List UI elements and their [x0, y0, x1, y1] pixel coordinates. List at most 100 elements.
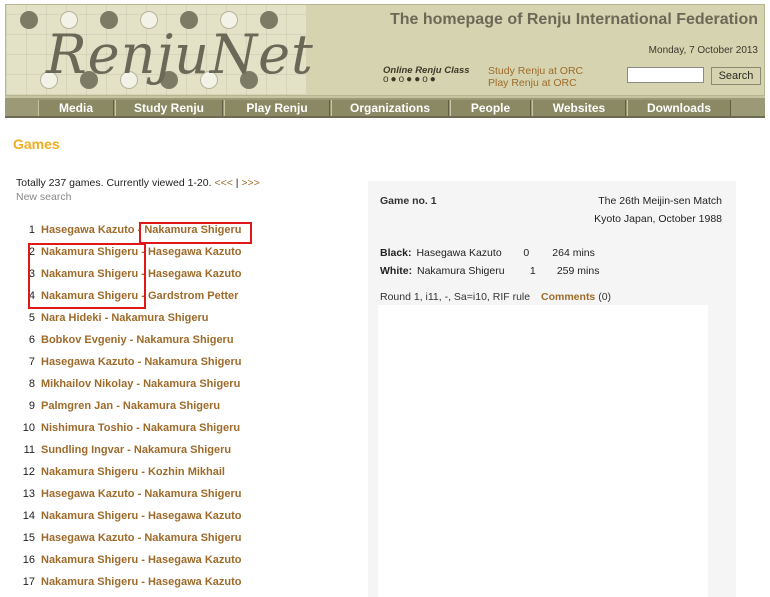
- white-player-row: White: Nakamura Shigeru 1 259 mins: [380, 265, 599, 277]
- game-extra-info: Round 1, i11, -, Sa=i10, RIF rule Commen…: [380, 291, 611, 303]
- game-number: 5: [28, 312, 35, 324]
- games-summary: Totally 237 games. Currently viewed 1-20…: [16, 177, 260, 189]
- logo-text: RenjuNet: [46, 23, 314, 86]
- game-black-link[interactable]: Nakamura Shigeru: [41, 576, 138, 588]
- site-header: RenjuNet The homepage of Renju Internati…: [5, 4, 765, 96]
- page-title: Games: [13, 136, 60, 152]
- game-black-link[interactable]: Bobkov Evgeniy: [41, 334, 127, 346]
- orc-play-link[interactable]: Play Renju at ORC: [488, 77, 583, 89]
- game-number: 8: [28, 378, 35, 390]
- game-number: 1: [28, 224, 35, 236]
- next-page-link[interactable]: >>>: [241, 177, 259, 189]
- orc-logo[interactable]: Online Renju Class o●o●●o●: [383, 65, 483, 85]
- game-number: 9: [28, 400, 35, 412]
- game-black-link[interactable]: Hasegawa Kazuto: [41, 532, 135, 544]
- black-score: 0: [523, 247, 530, 259]
- game-board-area: [378, 305, 708, 597]
- list-item: 12 Nakamura Shigeru - Kozhin Mikhail: [16, 465, 225, 479]
- game-white-link[interactable]: Nakamura Shigeru: [123, 400, 220, 412]
- renjunet-logo[interactable]: RenjuNet: [6, 5, 313, 95]
- game-place: Kyoto Japan, October 1988: [594, 213, 722, 225]
- black-player-name: Hasegawa Kazuto: [416, 247, 502, 259]
- list-item: 6 Bobkov Evgeniy - Nakamura Shigeru: [16, 333, 234, 347]
- list-item: 11 Sundling Ingvar - Nakamura Shigeru: [16, 443, 232, 457]
- game-black-link[interactable]: Nishimura Toshio: [41, 422, 133, 434]
- list-item: 5 Nara Hideki - Nakamura Shigeru: [16, 311, 209, 325]
- highlight-box: [139, 222, 252, 244]
- game-white-link[interactable]: Nakamura Shigeru: [111, 312, 208, 324]
- game-number: 13: [22, 488, 35, 500]
- comments-count: (0): [598, 291, 612, 303]
- nav-study-renju[interactable]: Study Renju: [115, 100, 223, 116]
- game-white-link[interactable]: Kozhin Mikhail: [148, 466, 225, 478]
- game-number-label: Game no. 1: [380, 195, 437, 207]
- game-white-link[interactable]: Nakamura Shigeru: [136, 334, 233, 346]
- game-white-link[interactable]: Hasegawa Kazuto: [148, 510, 242, 522]
- game-white-link[interactable]: Gardstrom Petter: [148, 290, 238, 302]
- game-white-link[interactable]: Hasegawa Kazuto: [148, 268, 242, 280]
- game-number: 6: [28, 334, 35, 346]
- list-item: 7 Hasegawa Kazuto - Nakamura Shigeru: [16, 355, 242, 369]
- game-white-link[interactable]: Nakamura Shigeru: [144, 532, 241, 544]
- game-black-link[interactable]: Palmgren Jan: [41, 400, 113, 412]
- black-label: Black:: [380, 247, 412, 259]
- comments-link[interactable]: Comments: [541, 291, 595, 303]
- prev-page-link[interactable]: <<<: [214, 177, 232, 189]
- list-item: 14 Nakamura Shigeru - Hasegawa Kazuto: [16, 509, 242, 523]
- white-score: 1: [529, 265, 536, 277]
- game-white-link[interactable]: Hasegawa Kazuto: [148, 554, 242, 566]
- game-black-link[interactable]: Nakamura Shigeru: [41, 554, 138, 566]
- game-white-link[interactable]: Hasegawa Kazuto: [148, 246, 242, 258]
- game-event: The 26th Meijin-sen Match: [598, 195, 722, 207]
- game-white-link[interactable]: Nakamura Shigeru: [144, 488, 241, 500]
- list-item: 8 Mikhailov Nikolay - Nakamura Shigeru: [16, 377, 240, 391]
- game-round-info: Round 1, i11, -, Sa=i10, RIF rule: [380, 291, 531, 303]
- nav-downloads[interactable]: Downloads: [627, 100, 731, 116]
- white-time: 259 mins: [556, 265, 600, 277]
- game-black-link[interactable]: Mikhailov Nikolay: [41, 378, 133, 390]
- search-button[interactable]: Search: [711, 67, 761, 85]
- black-time: 264 mins: [552, 247, 595, 259]
- search-input[interactable]: [627, 67, 704, 83]
- list-item: 13 Hasegawa Kazuto - Nakamura Shigeru: [16, 487, 242, 501]
- orc-links: Study Renju at ORC Play Renju at ORC: [488, 65, 583, 89]
- game-number: 14: [22, 510, 35, 522]
- game-white-link[interactable]: Nakamura Shigeru: [143, 422, 240, 434]
- game-detail-panel: Game no. 1 The 26th Meijin-sen Match Kyo…: [368, 181, 736, 597]
- game-number: 11: [23, 444, 35, 456]
- game-black-link[interactable]: Hasegawa Kazuto: [41, 356, 135, 368]
- game-number: 10: [22, 422, 35, 434]
- white-label: White:: [380, 265, 413, 277]
- game-number: 17: [22, 576, 35, 588]
- game-number: 12: [22, 466, 35, 478]
- new-search-link[interactable]: New search: [16, 191, 71, 203]
- game-black-link[interactable]: Nakamura Shigeru: [41, 510, 138, 522]
- main-nav: Media Study Renju Play Renju Organizatio…: [5, 96, 765, 118]
- game-black-link[interactable]: Hasegawa Kazuto: [41, 488, 135, 500]
- orc-study-link[interactable]: Study Renju at ORC: [488, 65, 583, 77]
- game-black-link[interactable]: Sundling Ingvar: [41, 444, 124, 456]
- pager-separator: |: [235, 177, 239, 189]
- game-black-link[interactable]: Hasegawa Kazuto: [41, 224, 135, 236]
- nav-media[interactable]: Media: [38, 100, 114, 116]
- nav-websites[interactable]: Websites: [532, 100, 626, 116]
- nav-people[interactable]: People: [450, 100, 531, 116]
- game-number: 15: [22, 532, 35, 544]
- game-black-link[interactable]: Nara Hideki: [41, 312, 102, 324]
- nav-play-renju[interactable]: Play Renju: [224, 100, 330, 116]
- game-white-link[interactable]: Nakamura Shigeru: [134, 444, 231, 456]
- list-item: 15 Hasegawa Kazuto - Nakamura Shigeru: [16, 531, 242, 545]
- highlight-box: [28, 243, 146, 309]
- nav-organizations[interactable]: Organizations: [331, 100, 449, 116]
- game-number: 16: [22, 554, 35, 566]
- game-white-link[interactable]: Hasegawa Kazuto: [148, 576, 242, 588]
- list-item: 9 Palmgren Jan - Nakamura Shigeru: [16, 399, 220, 413]
- black-player-row: Black: Hasegawa Kazuto 0 264 mins: [380, 247, 595, 259]
- game-white-link[interactable]: Nakamura Shigeru: [143, 378, 240, 390]
- game-black-link[interactable]: Nakamura Shigeru: [41, 466, 138, 478]
- summary-text: Totally 237 games. Currently viewed 1-20…: [16, 177, 212, 189]
- white-player-name: Nakamura Shigeru: [417, 265, 505, 277]
- list-item: 17 Nakamura Shigeru - Hasegawa Kazuto: [16, 575, 242, 589]
- game-white-link[interactable]: Nakamura Shigeru: [144, 356, 241, 368]
- list-item: 10 Nishimura Toshio - Nakamura Shigeru: [16, 421, 240, 435]
